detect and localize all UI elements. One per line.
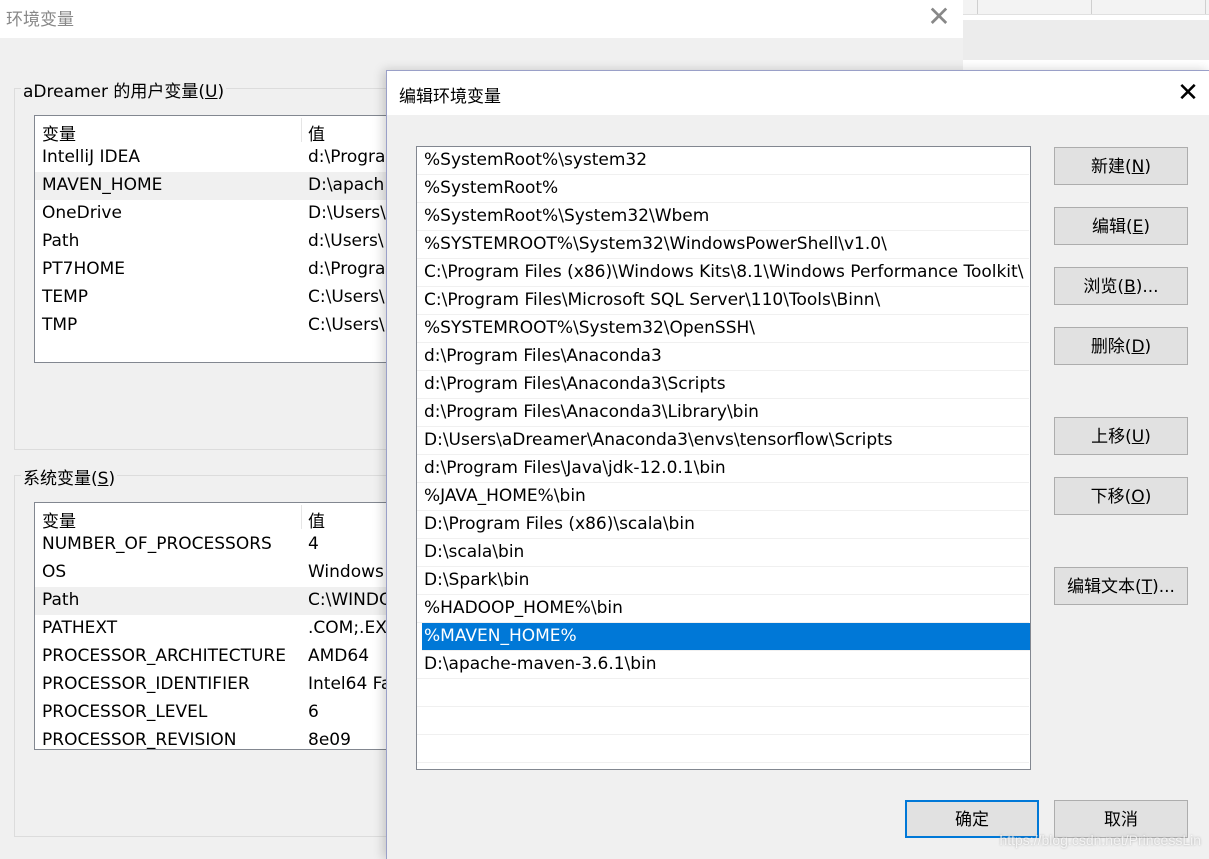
variable-name: TEMP — [42, 287, 89, 307]
variable-value: Intel64 Fa — [308, 674, 392, 694]
dialog-title: 编辑环境变量 — [399, 87, 501, 107]
edit-environment-variable-dialog: 编辑环境变量 ✕ %SystemRoot%\system32 %SystemRoo… — [386, 70, 1209, 859]
close-icon[interactable]: ✕ — [1173, 78, 1203, 108]
table-header: 变量 值 — [35, 116, 395, 145]
variable-value: Windows — [308, 562, 384, 582]
path-entry[interactable]: D:\Program Files (x86)\scala\bin — [417, 511, 1029, 539]
variable-name: PROCESSOR_REVISION — [42, 730, 237, 750]
move-down-button[interactable]: 下移(O) — [1054, 477, 1188, 515]
table-row[interactable]: TEMP C:\Users\ — [35, 284, 395, 312]
path-entry[interactable]: %SystemRoot% — [417, 175, 1029, 203]
variable-value: 6 — [308, 702, 319, 722]
variable-value: 8e09 — [308, 730, 351, 750]
path-entry[interactable] — [417, 735, 1029, 763]
path-entry[interactable]: %SystemRoot%\System32\Wbem — [417, 203, 1029, 231]
path-entry[interactable]: d:\Program Files\Anaconda3\Library\bin — [417, 399, 1029, 427]
close-icon[interactable]: ✕ — [924, 2, 954, 32]
variable-name: PROCESSOR_LEVEL — [42, 702, 208, 722]
path-entry-selected[interactable]: %MAVEN_HOME% — [422, 623, 1030, 651]
table-row[interactable]: Path C:\WINDO — [35, 587, 395, 615]
variable-value: .COM;.EX — [308, 618, 387, 638]
variable-name: PT7HOME — [42, 259, 126, 279]
table-row[interactable]: TMP C:\Users\ — [35, 312, 395, 340]
variable-value: d:\Users\ — [308, 231, 384, 251]
path-entry[interactable]: %JAVA_HOME%\bin — [417, 483, 1029, 511]
variable-name: MAVEN_HOME — [42, 175, 163, 195]
user-variables-label: aDreamer 的用户变量(U) — [21, 77, 227, 102]
table-row[interactable]: PATHEXT .COM;.EX — [35, 615, 395, 643]
table-row[interactable]: PROCESSOR_IDENTIFIER Intel64 Fa — [35, 671, 395, 699]
column-header-value[interactable]: 值 — [308, 507, 325, 532]
edit-text-button[interactable]: 编辑文本(T)... — [1054, 567, 1188, 605]
path-entry[interactable]: D:\apache-maven-3.6.1\bin — [417, 651, 1029, 679]
path-entry[interactable]: d:\Program Files\Java\jdk-12.0.1\bin — [417, 455, 1029, 483]
path-entry[interactable] — [417, 679, 1029, 707]
system-variables-table[interactable]: 变量 值 NUMBER_OF_PROCESSORS 4 OS Windows Path C… — [34, 502, 396, 750]
user-variables-table[interactable]: 变量 值 IntelliJ IDEA d:\Progra MAVEN_HOME D:\… — [34, 115, 396, 363]
column-header-variable[interactable]: 变量 — [42, 120, 76, 145]
variable-value: C:\Users\ — [308, 287, 385, 307]
watermark: https://blog.csdn.net/PrincessLin — [999, 832, 1201, 848]
move-up-button[interactable]: 上移(U) — [1054, 417, 1188, 455]
table-row[interactable]: IntelliJ IDEA d:\Progra — [35, 144, 395, 172]
path-entry[interactable]: C:\Program Files\Microsoft SQL Server\11… — [417, 287, 1029, 315]
browse-button[interactable]: 浏览(B)... — [1054, 267, 1188, 305]
table-row[interactable]: NUMBER_OF_PROCESSORS 4 — [35, 531, 395, 559]
variable-name: OS — [42, 562, 67, 582]
window-title: 环境变量 — [6, 10, 74, 30]
variable-value: 4 — [308, 534, 319, 554]
column-header-value[interactable]: 值 — [308, 120, 325, 145]
table-row[interactable]: PROCESSOR_REVISION 8e09 — [35, 727, 395, 750]
variable-name: Path — [42, 590, 80, 610]
system-variables-label: 系统变量(S) — [21, 464, 118, 489]
table-row[interactable]: PT7HOME d:\Progra — [35, 256, 395, 284]
variable-name: TMP — [42, 315, 78, 335]
variable-name: OneDrive — [42, 203, 122, 223]
path-entry[interactable]: %SYSTEMROOT%\System32\OpenSSH\ — [417, 315, 1029, 343]
variable-value: d:\Progra — [308, 259, 386, 279]
path-entry[interactable]: d:\Program Files\Anaconda3\Scripts — [417, 371, 1029, 399]
path-entry[interactable] — [417, 707, 1029, 735]
delete-button[interactable]: 删除(D) — [1054, 327, 1188, 365]
variable-name: Path — [42, 231, 80, 251]
variable-value: D:\apach — [308, 175, 385, 195]
path-entry[interactable]: D:\scala\bin — [417, 539, 1029, 567]
title-bar: 环境变量 ✕ — [0, 0, 963, 38]
path-entry[interactable]: %SYSTEMROOT%\System32\WindowsPowerShell\… — [417, 231, 1029, 259]
path-entry[interactable]: D:\Spark\bin — [417, 567, 1029, 595]
path-entry[interactable]: %HADOOP_HOME%\bin — [417, 595, 1029, 623]
table-row[interactable]: OneDrive D:\Users\ — [35, 200, 395, 228]
variable-name: PATHEXT — [42, 618, 118, 638]
table-row[interactable]: Path d:\Users\ — [35, 228, 395, 256]
edit-button[interactable]: 编辑(E) — [1054, 207, 1188, 245]
path-entry[interactable]: d:\Program Files\Anaconda3 — [417, 343, 1029, 371]
path-entry[interactable]: D:\Users\aDreamer\Anaconda3\envs\tensorf… — [417, 427, 1029, 455]
variable-value: d:\Progra — [308, 147, 386, 167]
dialog-title-bar: 编辑环境变量 ✕ — [387, 71, 1209, 115]
variable-name: PROCESSOR_IDENTIFIER — [42, 674, 250, 694]
background-window-strip — [963, 0, 1209, 70]
variable-name: PROCESSOR_ARCHITECTURE — [42, 646, 286, 666]
variable-value: C:\WINDO — [308, 590, 393, 610]
variable-value: D:\Users\ — [308, 203, 386, 223]
table-header: 变量 值 — [35, 503, 395, 532]
path-entry[interactable]: %SystemRoot%\system32 — [417, 147, 1029, 175]
column-header-variable[interactable]: 变量 — [42, 507, 76, 532]
table-row[interactable]: PROCESSOR_LEVEL 6 — [35, 699, 395, 727]
variable-name: IntelliJ IDEA — [42, 147, 140, 167]
path-entry[interactable]: C:\Program Files (x86)\Windows Kits\8.1\… — [417, 259, 1029, 287]
variable-value: AMD64 — [308, 646, 370, 666]
path-entries-list[interactable]: %SystemRoot%\system32 %SystemRoot% %System… — [416, 146, 1031, 770]
table-row[interactable]: OS Windows — [35, 559, 395, 587]
variable-name: NUMBER_OF_PROCESSORS — [42, 534, 272, 554]
table-row[interactable]: PROCESSOR_ARCHITECTURE AMD64 — [35, 643, 395, 671]
table-row[interactable]: MAVEN_HOME D:\apach — [35, 172, 395, 200]
new-button[interactable]: 新建(N) — [1054, 147, 1188, 185]
variable-value: C:\Users\ — [308, 315, 385, 335]
